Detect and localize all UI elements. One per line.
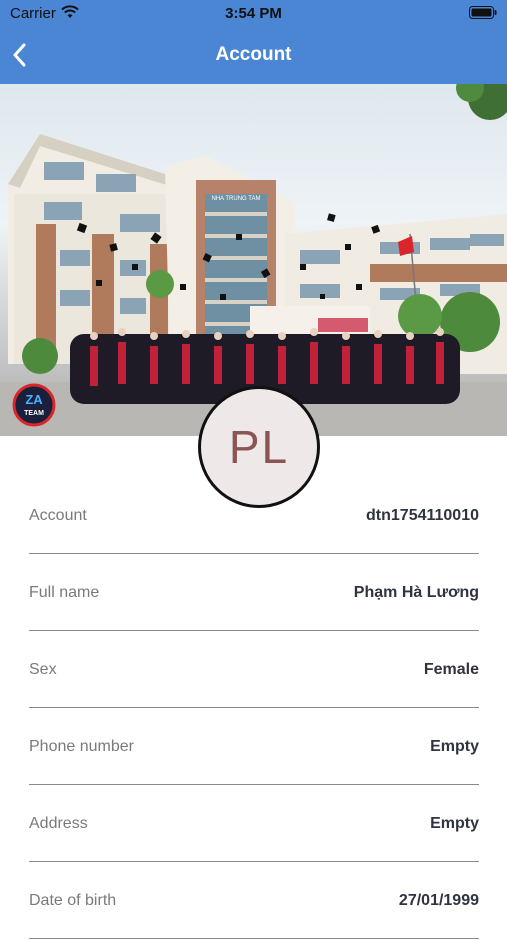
building-sign: NHA TRUNG TAM [211, 196, 260, 202]
logo-text-top: ZA [25, 392, 43, 407]
cover-photo: NHA TRUNG TAM ZA TEAM [0, 84, 507, 436]
field-value: Empty [430, 738, 479, 755]
field-label: Sex [29, 661, 57, 678]
info-row-phone-number: Phone number Empty [29, 709, 479, 785]
za-team-logo: ZA TEAM [12, 383, 56, 427]
info-row-address: Address Empty [29, 786, 479, 862]
status-time: 3:54 PM [225, 5, 282, 22]
account-info-list: Account dtn1754110010 Full name Phạm Hà … [29, 478, 479, 940]
field-label: Phone number [29, 738, 134, 755]
campus-graduation-illustration: NHA TRUNG TAM ZA TEAM [0, 84, 507, 436]
field-value: Female [423, 661, 479, 678]
field-label: Full name [29, 584, 100, 601]
info-row-date-of-birth: Date of birth 27/01/1999 [29, 863, 479, 939]
logo-text-bottom: TEAM [24, 410, 44, 417]
field-value: Empty [430, 815, 479, 832]
avatar[interactable]: PL [198, 386, 320, 508]
field-label: Date of birth [29, 892, 117, 909]
page-title: Account [215, 44, 292, 65]
field-label: Account [29, 507, 87, 524]
info-row-sex: Sex Female [29, 632, 479, 708]
battery-icon [469, 6, 497, 19]
field-value: 27/01/1999 [398, 892, 479, 909]
status-bar: Carrier 3:54 PM [0, 0, 507, 26]
info-row-full-name: Full name Phạm Hà Lương [29, 555, 479, 631]
field-label: Address [29, 815, 88, 832]
field-value: dtn1754110010 [366, 507, 479, 524]
app-header: Carrier 3:54 PM Account [0, 0, 507, 84]
field-value: Phạm Hà Lương [353, 584, 479, 601]
